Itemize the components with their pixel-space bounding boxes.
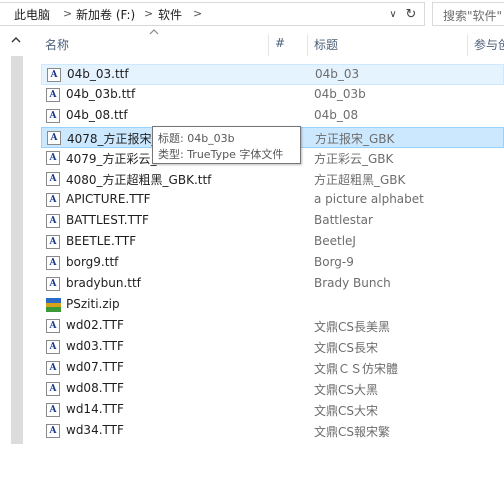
column-header-participants[interactable]: 参与创: [474, 36, 504, 53]
file-row[interactable]: PSziti.zip: [41, 295, 504, 316]
column-header-name[interactable]: 名称: [45, 36, 69, 53]
file-row[interactable]: Awd02.TTF 文鼎CS長美黑: [41, 316, 504, 337]
address-history-dropdown-icon[interactable]: ∨: [386, 7, 400, 23]
file-name: 4078_方正报宋_: [67, 132, 158, 146]
font-file-icon: A: [46, 151, 60, 165]
file-row[interactable]: A 04b_03b.ttf 04b_03b: [41, 85, 504, 106]
font-file-icon: A: [46, 424, 60, 438]
file-title: 方正超粗黑_GBK: [314, 173, 406, 187]
file-title: 文鼎CS大黑: [314, 383, 378, 397]
file-row[interactable]: A 04b_08.ttf 04b_08: [41, 106, 504, 127]
sort-ascending-icon: [149, 27, 159, 38]
file-name: wd02.TTF: [66, 318, 124, 332]
file-info-tooltip: 标题: 04b_03b 类型: TrueType 字体文件: [152, 126, 301, 164]
breadcrumb-separator-icon[interactable]: >: [144, 7, 153, 20]
font-file-icon: A: [46, 193, 60, 207]
file-row[interactable]: A 4080_方正超粗黑_GBK.ttf 方正超粗黑_GBK: [41, 169, 504, 190]
breadcrumb-separator-icon[interactable]: >: [63, 7, 72, 20]
file-row[interactable]: Aborg9.ttf Borg-9: [41, 253, 504, 274]
file-title: Battlestar: [314, 213, 373, 227]
file-name: BEETLE.TTF: [66, 234, 137, 248]
file-title: 方正彩云_GBK: [314, 152, 394, 166]
font-file-icon: A: [46, 319, 60, 333]
font-file-icon: A: [46, 361, 60, 375]
file-name: 04b_03.ttf: [67, 67, 129, 81]
font-file-icon: A: [46, 256, 60, 270]
address-bar-row: 此电脑 > 新加卷 (F:) > 软件 > ∨ ↻ 搜索"软件": [0, 0, 504, 28]
font-file-icon: A: [46, 88, 60, 102]
file-name: 4079_方正彩云_: [66, 152, 157, 166]
font-file-icon: A: [46, 382, 60, 396]
zip-archive-icon: [46, 298, 61, 312]
refresh-icon[interactable]: ↻: [402, 6, 420, 24]
file-title: 文鼎CS長宋: [314, 341, 378, 355]
font-file-icon: A: [46, 235, 60, 249]
file-title: 04b_08: [314, 108, 359, 122]
column-header-number[interactable]: #: [275, 36, 285, 50]
file-title: 文鼎CS長美黑: [314, 320, 390, 334]
file-title: Borg-9: [314, 255, 354, 269]
navigation-pane-scrollbar[interactable]: [11, 56, 23, 444]
font-file-icon: A: [46, 340, 60, 354]
file-row[interactable]: A BEETLE.TTF BeetleJ: [41, 232, 504, 253]
breadcrumb-drive[interactable]: 新加卷 (F:): [76, 6, 135, 23]
file-title: 文鼎ＣＳ仿宋體: [314, 362, 399, 376]
font-file-icon: A: [46, 214, 60, 228]
file-name: 4080_方正超粗黑_GBK.ttf: [66, 173, 212, 187]
file-row[interactable]: Awd14.TTF 文鼎CS大宋: [41, 400, 504, 421]
font-file-icon: A: [47, 131, 61, 145]
file-title: 04b_03b: [314, 87, 366, 101]
file-name: BATTLEST.TTF: [66, 213, 149, 227]
search-input[interactable]: 搜索"软件": [432, 2, 504, 26]
font-file-icon: A: [46, 172, 60, 186]
column-divider[interactable]: [467, 34, 468, 56]
file-title: 方正报宋_GBK: [315, 132, 395, 146]
file-name: wd14.TTF: [66, 402, 124, 416]
file-title: a picture alphabet: [314, 192, 424, 206]
file-row[interactable]: A BATTLEST.TTF Battlestar: [41, 211, 504, 232]
search-placeholder: 搜索"软件": [443, 9, 503, 23]
file-name: wd34.TTF: [66, 423, 124, 437]
file-name: PSziti.zip: [66, 297, 120, 311]
collapse-chevron-up-icon[interactable]: [9, 34, 23, 48]
tooltip-title-line: 标题: 04b_03b: [158, 132, 235, 145]
address-bar[interactable]: 此电脑 > 新加卷 (F:) > 软件 > ∨ ↻: [0, 2, 425, 26]
breadcrumb-separator-icon[interactable]: >: [193, 7, 202, 20]
file-row[interactable]: Awd03.TTF 文鼎CS長宋: [41, 337, 504, 358]
file-name: borg9.ttf: [66, 255, 119, 269]
font-file-icon: A: [46, 403, 60, 417]
font-file-icon: A: [46, 109, 60, 123]
file-name: 04b_08.ttf: [66, 108, 128, 122]
file-row[interactable]: Awd34.TTF 文鼎CS報宋繁: [41, 421, 504, 442]
file-title: 文鼎CS大宋: [314, 404, 378, 418]
file-name: APICTURE.TTF: [66, 192, 151, 206]
tooltip-type-line: 类型: TrueType 字体文件: [158, 148, 284, 161]
column-divider[interactable]: [307, 34, 308, 56]
column-divider[interactable]: [268, 34, 269, 56]
file-title: 文鼎CS報宋繁: [314, 425, 390, 439]
file-name: 04b_03b.ttf: [66, 87, 136, 101]
breadcrumb-folder[interactable]: 软件: [158, 6, 182, 23]
file-row[interactable]: Abradybun.ttf Brady Bunch: [41, 274, 504, 295]
file-name: wd03.TTF: [66, 339, 124, 353]
file-row[interactable]: A APICTURE.TTF a picture alphabet: [41, 190, 504, 211]
file-title: BeetleJ: [314, 234, 356, 248]
breadcrumb-this-pc[interactable]: 此电脑: [14, 6, 50, 23]
file-name: bradybun.ttf: [66, 276, 141, 290]
file-title: Brady Bunch: [314, 276, 391, 290]
file-name: wd08.TTF: [66, 381, 124, 395]
file-row[interactable]: Awd07.TTF 文鼎ＣＳ仿宋體: [41, 358, 504, 379]
file-row[interactable]: A 04b_03.ttf 04b_03: [41, 64, 504, 85]
font-file-icon: A: [47, 68, 61, 82]
column-header-title[interactable]: 标题: [314, 36, 338, 53]
file-title: 04b_03: [315, 67, 360, 81]
font-file-icon: A: [46, 277, 60, 291]
file-name: wd07.TTF: [66, 360, 124, 374]
file-row[interactable]: Awd08.TTF 文鼎CS大黑: [41, 379, 504, 400]
